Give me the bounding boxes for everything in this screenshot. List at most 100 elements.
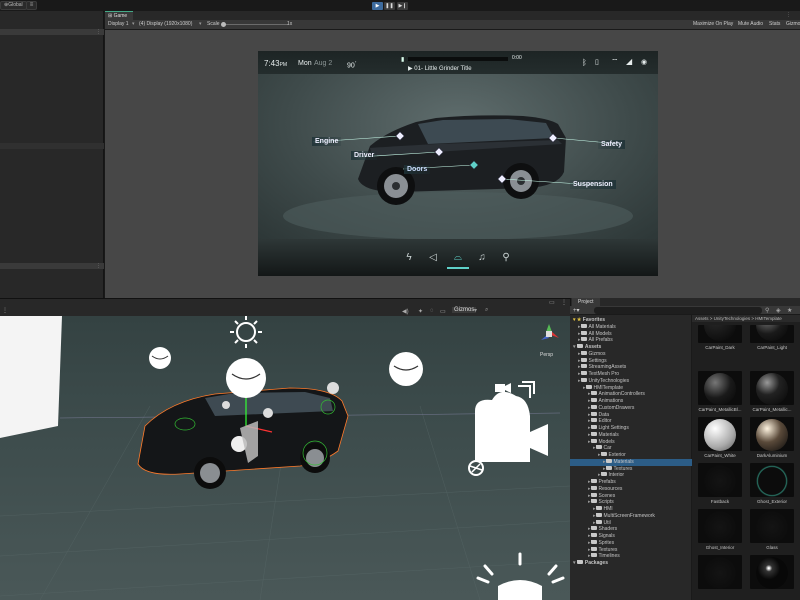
music-icon[interactable]: ♫ bbox=[471, 247, 493, 269]
audio-icon[interactable]: ◀) bbox=[402, 308, 409, 315]
folder-icon bbox=[580, 377, 587, 382]
folder-icon bbox=[590, 526, 597, 531]
kebab-icon[interactable]: ⋮ bbox=[96, 263, 101, 269]
scale-slider-track[interactable] bbox=[222, 24, 288, 25]
hmi-dock: ϟ ◁ ⌓ ♫ ⚲ bbox=[258, 239, 658, 276]
material-name: DarkAluminium bbox=[756, 453, 788, 458]
hmi-status-bar: 7:43PM Mon Aug 2 90° ▮ 0:00 ▶ 01- Little… bbox=[258, 51, 658, 74]
folder-icon bbox=[595, 445, 602, 450]
play-button[interactable]: ▶ bbox=[372, 2, 383, 10]
mute-audio-button[interactable]: Mute Audio bbox=[738, 20, 763, 29]
expand-arrow-icon[interactable]: ▾ ★ bbox=[573, 317, 583, 323]
tree-item-label: All Prefabs bbox=[588, 337, 613, 344]
phone-icon[interactable]: ▯ bbox=[595, 58, 599, 66]
account-icon[interactable]: ◉ bbox=[641, 58, 647, 66]
tree-item-label: Materials bbox=[613, 458, 634, 465]
material-name: CarPaint_Light bbox=[757, 345, 787, 350]
gizmos-button[interactable]: Gizmos bbox=[786, 20, 800, 29]
pause-button[interactable]: ❚❚ bbox=[384, 2, 395, 10]
folder-icon bbox=[595, 506, 602, 510]
progress-bar[interactable] bbox=[408, 57, 508, 61]
material-thumbnail[interactable] bbox=[698, 555, 742, 589]
search-icon[interactable]: ⌕ bbox=[485, 307, 488, 314]
kebab-icon[interactable]: ⋮ bbox=[96, 29, 101, 35]
kebab-icon[interactable]: ⋮ bbox=[561, 299, 567, 306]
wifi-icon[interactable]: ⌔ bbox=[611, 57, 619, 67]
search-input[interactable] bbox=[594, 307, 762, 314]
folder-icon bbox=[590, 492, 597, 497]
material-thumbnail[interactable] bbox=[750, 371, 794, 405]
car-icon[interactable]: ⌓ bbox=[447, 247, 469, 269]
material-thumbnail[interactable] bbox=[750, 509, 794, 543]
perspective-label[interactable]: Persp bbox=[540, 352, 553, 358]
display-dropdown[interactable]: Display 1 bbox=[108, 20, 129, 29]
folder-icon bbox=[590, 418, 597, 423]
material-thumbnail[interactable] bbox=[698, 509, 742, 543]
maximize-on-play-button[interactable]: Maximize On Play bbox=[693, 20, 733, 29]
material-thumbnail[interactable] bbox=[698, 371, 742, 405]
tree-item-label: UnityTechnologies bbox=[588, 377, 630, 384]
engine-label[interactable]: Engine bbox=[312, 137, 342, 146]
resolution-dropdown[interactable]: (4) Display (1920x1080) bbox=[139, 20, 192, 29]
material-thumbnail[interactable] bbox=[698, 325, 742, 343]
folder-icon bbox=[605, 465, 612, 470]
fx-icon[interactable]: ✦ bbox=[418, 308, 423, 315]
tab-game[interactable]: ⊞ Game bbox=[105, 11, 133, 20]
maximize-icon[interactable]: ▭ bbox=[549, 299, 555, 306]
global-toggle[interactable]: ⊕Global bbox=[0, 1, 27, 10]
tab-project[interactable]: Project bbox=[572, 298, 600, 306]
scene-viewport[interactable]: Persp bbox=[0, 316, 570, 600]
hidden-icon[interactable]: ◌ bbox=[430, 308, 434, 314]
tree-item-label: Resources bbox=[598, 485, 623, 492]
step-button[interactable]: ▶❙ bbox=[397, 2, 408, 10]
kebab-icon[interactable]: ⋮ bbox=[786, 12, 791, 18]
folder-icon bbox=[590, 553, 597, 558]
filter-icon[interactable]: ⚲ bbox=[765, 307, 769, 314]
stats-button[interactable]: Stats bbox=[769, 20, 780, 29]
gizmos-dropdown[interactable]: Gizmos bbox=[452, 307, 477, 313]
hmi-car-scene: Engine Driver Doors Safety Suspension bbox=[258, 74, 658, 239]
scene-view-header: ⋮ ◀) ✦ ◌ ▭ Gizmos ▾ ⌕ ▭ ⋮ bbox=[0, 298, 570, 316]
inspector-header bbox=[0, 143, 104, 149]
signal-icon[interactable]: ◢ bbox=[626, 57, 632, 66]
material-thumbnail[interactable] bbox=[750, 417, 794, 451]
star-icon[interactable]: ★ bbox=[787, 307, 792, 314]
hierarchy-panel: ⋮ ⋮ bbox=[0, 11, 104, 298]
date: Aug 2 bbox=[314, 60, 333, 67]
scale-slider-handle[interactable] bbox=[221, 22, 226, 27]
scene-tools-icon[interactable]: ⋮ bbox=[2, 307, 8, 314]
tree-item-label: Materials bbox=[598, 431, 619, 438]
breadcrumb[interactable]: Assets > UnityTechnologies > HMITemplate bbox=[692, 315, 800, 322]
suspension-label[interactable]: Suspension bbox=[570, 180, 616, 189]
play-icon: ▶ bbox=[375, 3, 380, 9]
folder-icon bbox=[580, 357, 587, 362]
folder-icon bbox=[605, 458, 612, 463]
bluetooth-icon[interactable]: ᛒ bbox=[582, 58, 587, 67]
doors-label[interactable]: Doors bbox=[404, 165, 431, 174]
material-sphere bbox=[756, 465, 788, 497]
bolt-icon[interactable]: ϟ bbox=[398, 247, 420, 269]
material-thumbnail[interactable] bbox=[750, 463, 794, 497]
hierarchy-header: ⋮ bbox=[0, 29, 104, 35]
driver-label[interactable]: Driver bbox=[351, 151, 378, 160]
tree-item-label: HMITemplate bbox=[593, 384, 623, 391]
tree-item-label: Models bbox=[598, 438, 615, 445]
tag-icon[interactable]: ◈ bbox=[776, 307, 781, 314]
camera-icon[interactable]: ▭ bbox=[440, 308, 446, 315]
track-title: ▶ 01- Little Grinder Title bbox=[408, 66, 472, 72]
add-icon[interactable]: +▾ bbox=[573, 307, 580, 314]
material-thumbnail[interactable] bbox=[750, 325, 794, 343]
navigation-icon[interactable]: ◁ bbox=[422, 247, 444, 269]
material-thumbnail[interactable] bbox=[698, 463, 742, 497]
tree-item[interactable]: ▾ Packages bbox=[570, 560, 692, 567]
tree-item-label: Animations bbox=[598, 398, 624, 404]
folder-icon bbox=[580, 337, 587, 342]
user-icon[interactable]: ⚲ bbox=[495, 247, 517, 269]
safety-label[interactable]: Safety bbox=[598, 140, 626, 149]
layers-button[interactable]: ≡ bbox=[26, 1, 37, 10]
speaker-icon[interactable]: ▮ bbox=[401, 56, 404, 63]
tree-item-label: TextMesh Pro bbox=[588, 371, 620, 377]
material-thumbnail[interactable] bbox=[750, 555, 794, 589]
material-thumbnail[interactable] bbox=[698, 417, 742, 451]
tree-item-label: HMI bbox=[603, 506, 613, 512]
